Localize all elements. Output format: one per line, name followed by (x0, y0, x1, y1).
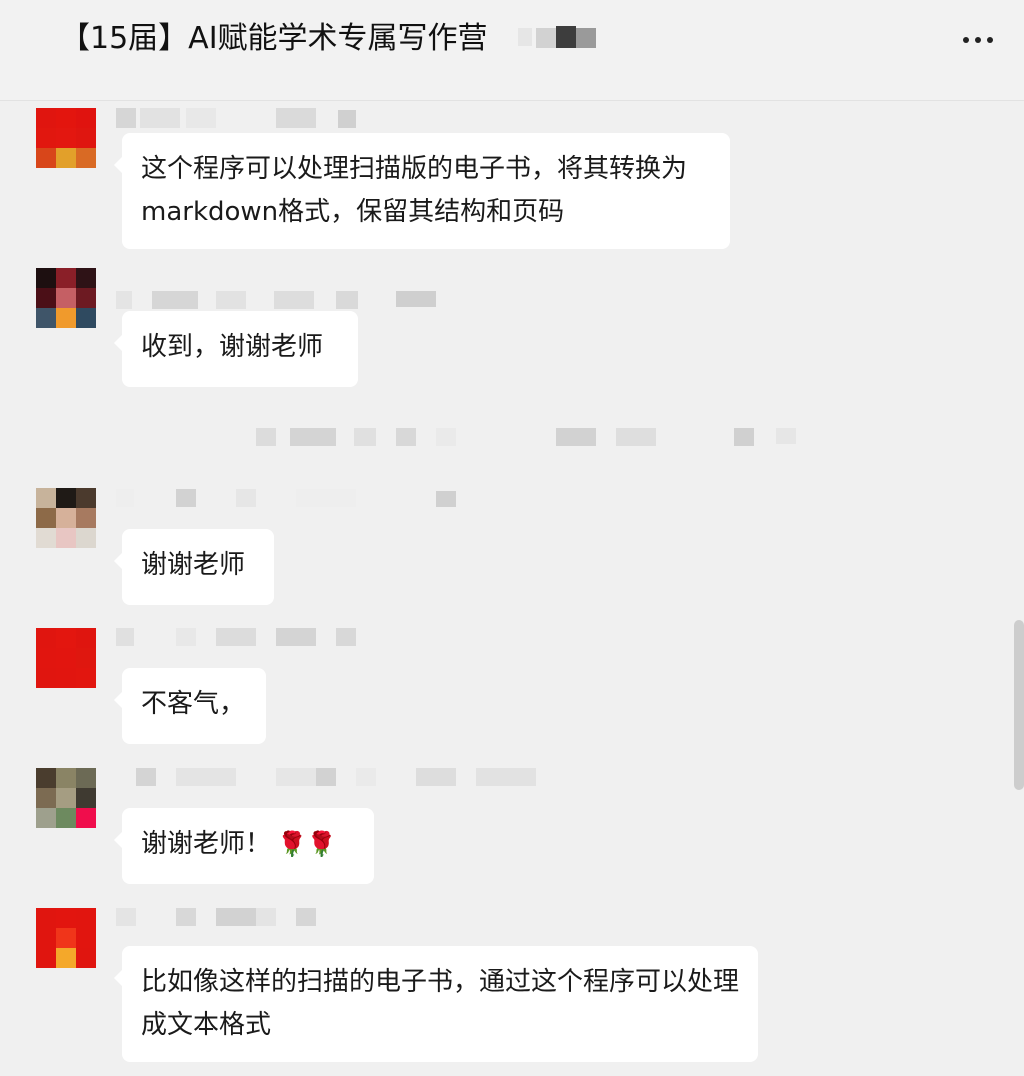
title-redacted-blur (518, 26, 600, 52)
sender-name-blur (116, 291, 446, 313)
system-notice-blur (250, 428, 810, 450)
sender-name-blur (116, 489, 466, 511)
dot (987, 37, 993, 43)
sender-avatar[interactable] (36, 108, 96, 168)
chat-header: 【15届】AI赋能学术专属写作营 (0, 0, 1024, 101)
sender-avatar[interactable] (36, 488, 96, 548)
sender-avatar[interactable] (36, 268, 96, 328)
message-bubble[interactable]: 谢谢老师！ 🌹🌹 (114, 808, 374, 884)
message-text: 这个程序可以处理扫描版的电子书，将其转换为markdown格式，保留其结构和页码 (141, 154, 688, 227)
message-bubble[interactable]: 比如像这样的扫描的电子书，通过这个程序可以处理成文本格式 (114, 946, 758, 1062)
message-bubble[interactable]: 收到，谢谢老师 (114, 311, 358, 387)
scrollbar-thumb[interactable] (1014, 620, 1024, 790)
message-text: 收到，谢谢老师 (141, 332, 324, 362)
message-text: 谢谢老师！ (141, 829, 272, 859)
sender-name-blur (116, 628, 366, 650)
sender-avatar[interactable] (36, 768, 96, 828)
dot (975, 37, 981, 43)
message-text: 谢谢老师 (141, 550, 246, 580)
rose-emoji-icon: 🌹🌹 (277, 830, 337, 858)
sender-avatar[interactable] (36, 628, 96, 688)
more-options-button[interactable] (958, 22, 998, 58)
message-text: 不客气， (141, 689, 246, 719)
sender-avatar[interactable] (36, 908, 96, 968)
sender-name-blur (116, 908, 366, 930)
message-bubble[interactable]: 谢谢老师 (114, 529, 274, 605)
message-text: 比如像这样的扫描的电子书，通过这个程序可以处理成文本格式 (141, 967, 740, 1040)
message-bubble[interactable]: 不客气， (114, 668, 266, 744)
dot (963, 37, 969, 43)
group-title: 【15届】AI赋能学术专属写作营 (60, 21, 488, 56)
message-list[interactable]: 这个程序可以处理扫描版的电子书，将其转换为markdown格式，保留其结构和页码… (0, 101, 1024, 1076)
sender-name-blur (116, 768, 546, 790)
sender-name-blur (116, 108, 366, 130)
message-bubble[interactable]: 这个程序可以处理扫描版的电子书，将其转换为markdown格式，保留其结构和页码 (114, 133, 730, 249)
